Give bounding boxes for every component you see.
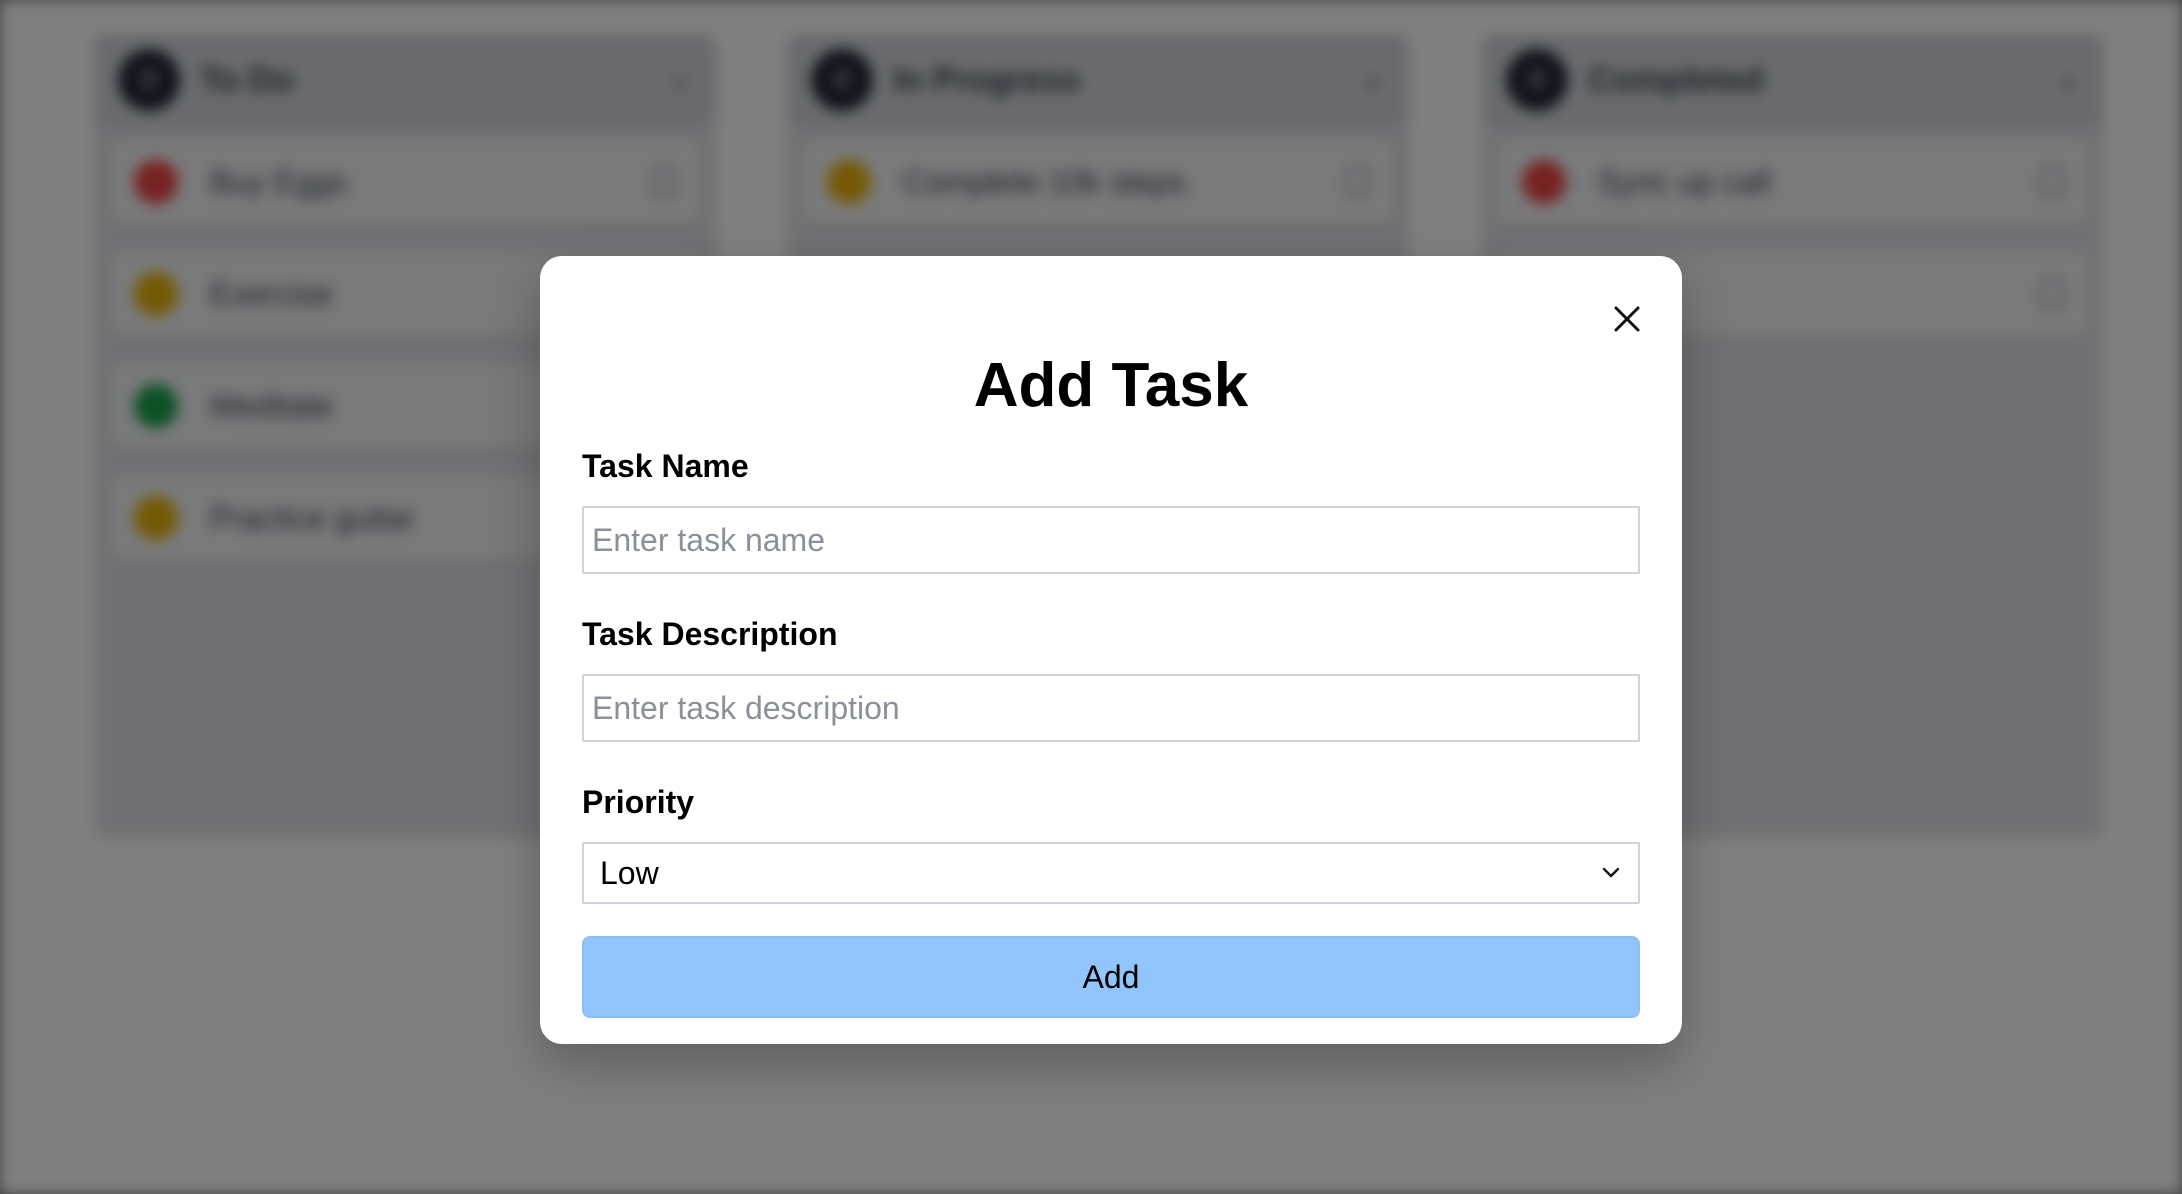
modal-title: Add Task <box>973 351 1249 420</box>
add-button[interactable]: Add <box>582 936 1640 1018</box>
priority-select[interactable]: Low <box>582 842 1640 904</box>
chevron-down-icon <box>1602 867 1620 878</box>
task-description-label: Task Description <box>582 616 838 652</box>
task-name-input[interactable] <box>582 506 1640 574</box>
priority-selected-value: Low <box>600 854 659 891</box>
task-name-label: Task Name <box>582 448 749 484</box>
priority-label: Priority <box>582 784 695 820</box>
task-description-input[interactable] <box>582 674 1640 742</box>
add-task-modal: Add Task Task Name Task Description Prio… <box>540 256 1682 1044</box>
close-icon[interactable] <box>1612 304 1642 334</box>
